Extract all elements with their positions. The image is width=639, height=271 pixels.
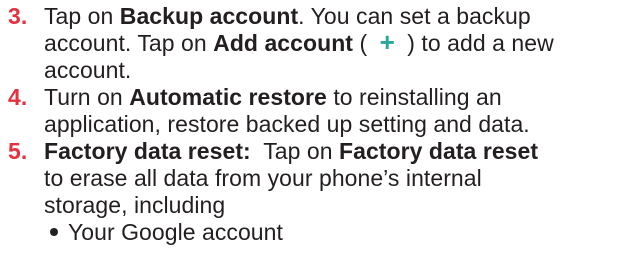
factory-data-reset-term: Factory data reset xyxy=(339,138,539,164)
step-5: 5. Factory data reset: Tap on Factory da… xyxy=(0,138,639,246)
step-4-line-2: application, restore backed up setting a… xyxy=(44,111,530,137)
step-number: 4. xyxy=(8,84,28,110)
step-5-line-1: Factory data reset: Tap on Factory data … xyxy=(44,138,539,164)
step-number: 3. xyxy=(8,3,28,29)
factory-data-reset-heading: Factory data reset: xyxy=(44,138,251,164)
instruction-list: 3. Tap on Backup account. You can set a … xyxy=(0,3,639,246)
step-5-line-3: storage, including xyxy=(44,192,226,218)
step-3: 3. Tap on Backup account. You can set a … xyxy=(0,3,639,84)
step-5-line-2: to erase all data from your phone’s inte… xyxy=(44,165,482,191)
step-3-line-1: Tap on Backup account. You can set a bac… xyxy=(44,3,531,29)
add-account-term: Add account xyxy=(213,30,354,56)
plus-icon: + xyxy=(379,27,395,57)
bullet-item: Your Google account xyxy=(44,219,639,246)
automatic-restore-term: Automatic restore xyxy=(129,84,327,110)
step-4: 4. Turn on Automatic restore to reinstal… xyxy=(0,84,639,138)
step-3-line-2: account. Tap on Add account ( + ) to add… xyxy=(44,27,554,57)
step-4-line-1: Turn on Automatic restore to reinstallin… xyxy=(44,84,502,110)
bullet-icon xyxy=(50,228,58,236)
step-number: 5. xyxy=(8,138,28,164)
step-3-line-3: account. xyxy=(44,57,132,83)
backup-account-term: Backup account xyxy=(119,3,299,29)
